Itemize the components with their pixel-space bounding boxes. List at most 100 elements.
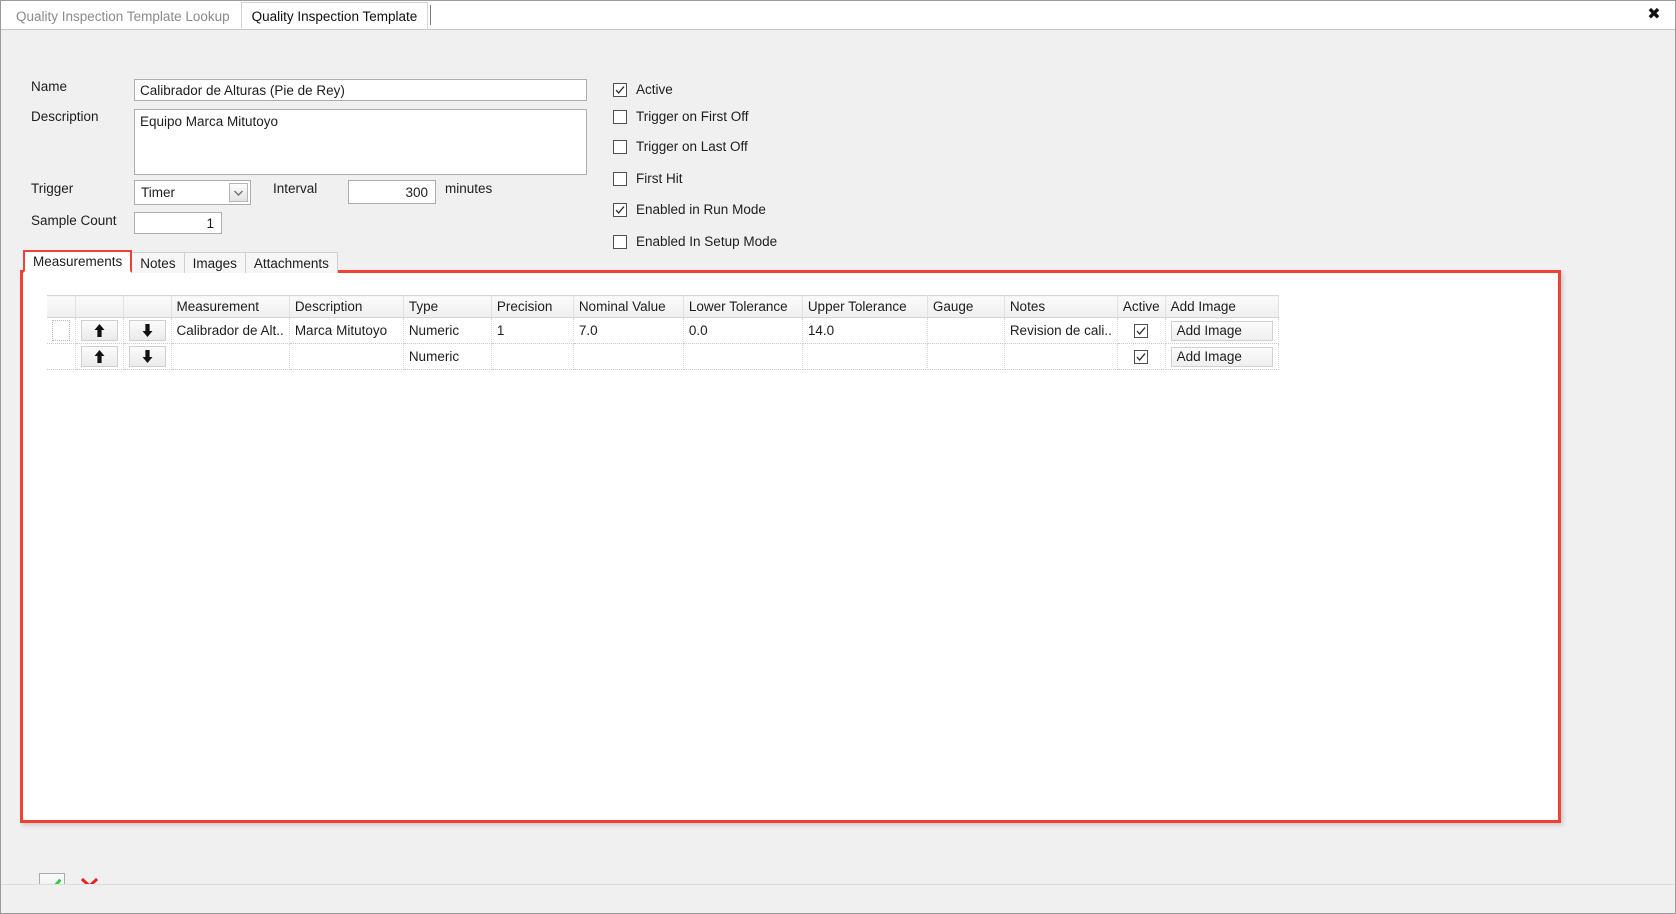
tab-quality-inspection-template-lookup[interactable]: Quality Inspection Template Lookup xyxy=(5,2,241,29)
cell-nominal-value[interactable]: 7.0 xyxy=(573,317,684,344)
cell-notes[interactable] xyxy=(1004,343,1118,370)
move-down-cell[interactable] xyxy=(123,343,172,370)
cell-measurement[interactable] xyxy=(171,343,290,370)
grid-header-move-down xyxy=(123,295,172,318)
cell-lower-tolerance[interactable]: 0.0 xyxy=(683,317,803,344)
cell-measurement[interactable]: Calibrador de Alt.. xyxy=(171,317,290,344)
row-active-checkbox[interactable] xyxy=(1134,349,1149,364)
grid-header-notes[interactable]: Notes xyxy=(1004,295,1118,318)
checkbox-box[interactable] xyxy=(613,139,627,154)
close-icon[interactable]: ✖ xyxy=(1643,3,1665,25)
table-row[interactable]: Calibrador de Alt.. Marca Mitutoyo Numer… xyxy=(47,317,1279,344)
description-label: Description xyxy=(31,109,99,124)
checkbox-box[interactable] xyxy=(613,171,627,186)
arrow-up-icon[interactable] xyxy=(80,346,118,367)
checkbox-first-hit[interactable]: First Hit xyxy=(613,171,683,186)
add-image-button[interactable]: Add Image xyxy=(1170,320,1273,341)
interval-input[interactable] xyxy=(348,180,436,204)
grid-header-active[interactable]: Active xyxy=(1117,295,1166,318)
cell-lower-tolerance[interactable] xyxy=(683,343,803,370)
grid-header-row: Measurement Description Type Precision N… xyxy=(47,295,1279,318)
row-active-checkbox[interactable] xyxy=(1134,323,1149,338)
checkbox-trigger-on-first-off[interactable]: Trigger on First Off xyxy=(613,109,749,124)
measurements-grid-wrapper: Measurement Description Type Precision N… xyxy=(47,295,1299,370)
tab-attachments[interactable]: Attachments xyxy=(244,252,338,273)
row-selector[interactable] xyxy=(47,343,76,370)
trigger-label: Trigger xyxy=(31,181,74,196)
cell-upper-tolerance[interactable]: 14.0 xyxy=(802,317,928,344)
arrow-up-icon[interactable] xyxy=(80,320,118,341)
sample-count-input[interactable] xyxy=(134,212,222,234)
cell-upper-tolerance[interactable] xyxy=(802,343,928,370)
checkbox-label: Enabled in Run Mode xyxy=(636,202,766,217)
checkbox-enabled-in-run-mode[interactable]: Enabled in Run Mode xyxy=(613,202,766,217)
cell-add-image[interactable]: Add Image xyxy=(1165,317,1279,344)
grid-header-lower-tolerance[interactable]: Lower Tolerance xyxy=(683,295,803,318)
grid-header-gauge[interactable]: Gauge xyxy=(927,295,1005,318)
name-label: Name xyxy=(31,79,68,94)
checkbox-box[interactable] xyxy=(613,234,627,249)
cell-nominal-value[interactable] xyxy=(573,343,684,370)
arrow-down-icon[interactable] xyxy=(128,320,166,341)
checkbox-label: Trigger on Last Off xyxy=(636,139,748,154)
cell-type[interactable]: Numeric xyxy=(403,343,492,370)
checkbox-label: First Hit xyxy=(636,171,683,186)
cell-description[interactable]: Marca Mitutoyo xyxy=(289,317,404,344)
tab-strip-caret xyxy=(430,5,432,25)
checkbox-enabled-in-setup-mode[interactable]: Enabled In Setup Mode xyxy=(613,234,777,249)
description-textarea[interactable] xyxy=(134,109,587,175)
sample-count-label: Sample Count xyxy=(31,213,117,228)
tab-notes[interactable]: Notes xyxy=(131,252,185,273)
tab-images[interactable]: Images xyxy=(183,252,246,273)
tab-measurements[interactable]: Measurements xyxy=(23,250,133,273)
move-up-cell[interactable] xyxy=(75,317,124,344)
detail-tab-strip: Measurements Notes Images Attachments xyxy=(23,250,338,273)
window-content: Name Description Trigger Timer Interval … xyxy=(1,30,1675,913)
checkbox-trigger-on-last-off[interactable]: Trigger on Last Off xyxy=(613,139,748,154)
add-image-button[interactable]: Add Image xyxy=(1170,346,1273,367)
window-tab-strip: Quality Inspection Template Lookup Quali… xyxy=(1,1,1675,30)
table-row[interactable]: Numeric Add Image xyxy=(47,343,1279,370)
interval-units-label: minutes xyxy=(445,181,493,196)
checkbox-box[interactable] xyxy=(613,202,627,217)
grid-header-description[interactable]: Description xyxy=(289,295,404,318)
grid-header-upper-tolerance[interactable]: Upper Tolerance xyxy=(802,295,928,318)
cell-gauge[interactable] xyxy=(927,343,1005,370)
measurements-panel: Measurement Description Type Precision N… xyxy=(20,270,1561,823)
cell-active[interactable] xyxy=(1117,317,1166,344)
quality-inspection-template-window: Quality Inspection Template Lookup Quali… xyxy=(0,0,1676,914)
grid-header-rowselector xyxy=(47,295,76,318)
grid-header-move-up xyxy=(75,295,124,318)
cell-type[interactable]: Numeric xyxy=(403,317,492,344)
measurements-grid: Measurement Description Type Precision N… xyxy=(47,295,1279,370)
template-form: Name Description Trigger Timer Interval … xyxy=(1,30,1675,249)
arrow-down-icon[interactable] xyxy=(128,346,166,367)
move-down-cell[interactable] xyxy=(123,317,172,344)
checkbox-active[interactable]: Active xyxy=(613,82,673,97)
grid-header-type[interactable]: Type xyxy=(403,295,492,318)
tab-quality-inspection-template[interactable]: Quality Inspection Template xyxy=(240,2,429,29)
grid-header-nominal-value[interactable]: Nominal Value xyxy=(573,295,684,318)
cell-precision[interactable]: 1 xyxy=(491,317,574,344)
trigger-selected-value: Timer xyxy=(141,185,175,200)
cell-notes[interactable]: Revision de cali.. xyxy=(1004,317,1118,344)
interval-label: Interval xyxy=(273,181,318,196)
cell-add-image[interactable]: Add Image xyxy=(1165,343,1279,370)
grid-header-precision[interactable]: Precision xyxy=(491,295,574,318)
cell-gauge[interactable] xyxy=(927,317,1005,344)
chevron-down-icon[interactable] xyxy=(229,183,248,202)
checkbox-box[interactable] xyxy=(613,109,627,124)
cell-active[interactable] xyxy=(1117,343,1166,370)
cell-description[interactable] xyxy=(289,343,404,370)
checkbox-label: Enabled In Setup Mode xyxy=(636,234,778,249)
checkbox-label: Trigger on First Off xyxy=(636,109,749,124)
cell-precision[interactable] xyxy=(491,343,574,370)
move-up-cell[interactable] xyxy=(75,343,124,370)
row-selector[interactable] xyxy=(47,317,76,344)
trigger-select[interactable]: Timer xyxy=(134,180,251,205)
grid-header-measurement[interactable]: Measurement xyxy=(171,295,290,318)
checkbox-box[interactable] xyxy=(613,82,627,97)
grid-header-add-image[interactable]: Add Image xyxy=(1165,295,1279,318)
name-input[interactable] xyxy=(134,79,587,101)
row-selector-indicator xyxy=(52,320,70,341)
